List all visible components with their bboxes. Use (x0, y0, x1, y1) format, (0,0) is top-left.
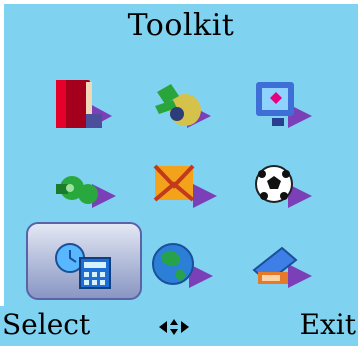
stk-clock-calculator-icon (55, 243, 111, 289)
select-softkey[interactable]: Select (2, 308, 90, 342)
menu-item-clock-calculator[interactable] (30, 224, 138, 304)
softkey-bar: Select Exit (0, 306, 358, 346)
menu-item-book[interactable] (30, 64, 138, 144)
stk-envelope-icon (153, 164, 217, 208)
toolkit-screen: Toolkit Select Exit (0, 0, 358, 346)
stk-book-icon (56, 80, 112, 128)
menu-item-plug[interactable] (127, 64, 235, 144)
menu-item-globe[interactable] (127, 224, 235, 304)
exit-softkey[interactable]: Exit (300, 308, 356, 342)
stk-globe-icon (152, 243, 213, 288)
stk-plug-icon (155, 84, 211, 128)
menu-item-soccer-ball[interactable] (226, 144, 334, 224)
menu-item-monitor[interactable] (226, 64, 334, 144)
stk-card-icon (252, 246, 312, 288)
menu-item-gears[interactable] (30, 144, 138, 224)
toolkit-menu-area: Toolkit (4, 4, 358, 306)
menu-item-envelope[interactable] (127, 144, 235, 224)
menu-item-card[interactable] (226, 224, 334, 304)
navigation-arrows-icon (159, 319, 189, 335)
stk-monitor-icon (256, 82, 312, 128)
stk-gears-icon (56, 176, 116, 208)
stk-soccer-ball-icon (255, 165, 312, 208)
page-title: Toolkit (127, 8, 235, 43)
